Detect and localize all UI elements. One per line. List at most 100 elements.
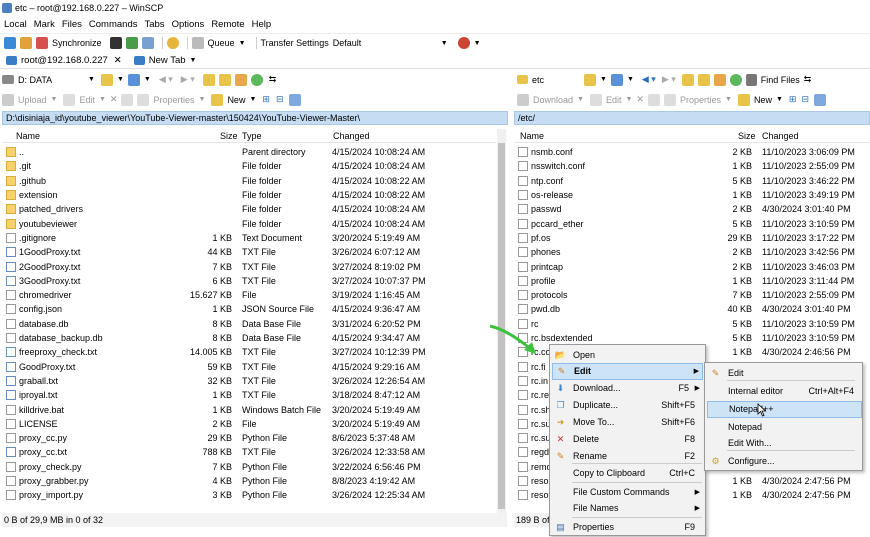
chevron-down-icon[interactable]: ▼ [51, 96, 58, 103]
table-row[interactable]: .git File folder 4/15/2024 10:08:24 AM [4, 159, 496, 173]
chevron-down-icon[interactable]: ▼ [627, 76, 634, 83]
menu-tabs[interactable]: Tabs [144, 19, 164, 30]
right-path-bar[interactable]: /etc/ [514, 111, 870, 125]
menu-files[interactable]: Files [62, 19, 82, 30]
parent-dir-icon[interactable] [202, 73, 215, 86]
table-row[interactable]: rc 5 KB 11/10/2023 3:10:59 PM [516, 317, 868, 331]
submenu-item-internal-editor[interactable]: Internal editor Ctrl+Alt+F4 [707, 383, 862, 400]
left-drive-select[interactable]: D: DATA [18, 75, 88, 85]
download-button[interactable]: Download [533, 95, 573, 105]
table-row[interactable]: nsmb.conf 2 KB 11/10/2023 3:06:09 PM [516, 145, 868, 159]
chevron-down-icon[interactable]: ▼ [474, 40, 481, 47]
root-dir-icon[interactable] [697, 73, 710, 86]
select-none-icon[interactable]: ⊟ [276, 94, 284, 105]
menu-item-open[interactable]: 📂 Open [552, 347, 703, 364]
table-row[interactable]: printcap 2 KB 11/10/2023 3:46:03 PM [516, 259, 868, 273]
table-row[interactable]: proxy_import.py 3 KB Python File 3/26/2024 … [4, 488, 496, 502]
table-row[interactable]: chromedriver 15.627 KB File 3/19/2024 1:16:… [4, 288, 496, 302]
transfer-dropdown-icon[interactable]: ▼ [441, 40, 448, 47]
select-all-icon[interactable]: ⊞ [262, 94, 270, 105]
table-row[interactable]: database_backup.db 8 KB Data Base File 4/15… [4, 331, 496, 345]
table-row[interactable]: phones 2 KB 11/10/2023 3:42:56 PM [516, 245, 868, 259]
chevron-down-icon[interactable]: ▼ [144, 76, 151, 83]
chevron-down-icon[interactable]: ▼ [776, 96, 783, 103]
refresh-icon[interactable] [729, 73, 742, 86]
table-row[interactable]: pf.os 29 KB 11/10/2023 3:17:22 PM [516, 231, 868, 245]
edit-button[interactable]: Edit [79, 95, 95, 105]
parent-dir-icon[interactable] [681, 73, 694, 86]
home-icon[interactable] [234, 73, 247, 86]
table-row[interactable]: .gitignore 1 KB Text Document 3/20/2024 5:1… [4, 231, 496, 245]
column-name[interactable]: Name [16, 131, 40, 141]
column-type[interactable]: Type [242, 131, 262, 141]
select-filter-icon[interactable] [289, 93, 302, 106]
table-row[interactable]: .. Parent directory 4/15/2024 10:08:24 AM [4, 145, 496, 159]
synchronize-button[interactable]: Synchronize [52, 38, 102, 48]
table-row[interactable]: proxy_cc.txt 788 KB TXT File 3/26/2024 12:3… [4, 445, 496, 459]
session-options-icon[interactable] [141, 37, 154, 49]
column-name[interactable]: Name [520, 131, 544, 141]
table-row[interactable]: graball.txt 32 KB TXT File 3/26/2024 12:26:… [4, 374, 496, 388]
menu-help[interactable]: Help [252, 19, 272, 30]
table-row[interactable]: patched_drivers File folder 4/15/2024 10:0… [4, 202, 496, 216]
explore-icon[interactable] [20, 37, 32, 49]
folder-open-icon[interactable] [584, 73, 596, 86]
menu-mark[interactable]: Mark [34, 19, 55, 30]
left-path-bar[interactable]: D:\disiniaja_id\youtube_viewer\YouTube-V… [2, 111, 508, 125]
column-changed[interactable]: Changed [762, 131, 799, 141]
back-icon[interactable]: ◀ ▾ [642, 74, 656, 85]
column-size[interactable]: Size [738, 131, 756, 141]
submenu-item-notepad[interactable]: Notepad [707, 419, 862, 436]
menu-local[interactable]: Local [4, 19, 27, 30]
table-row[interactable]: ntp.conf 5 KB 11/10/2023 3:46:22 PM [516, 174, 868, 188]
table-row[interactable]: 3GoodProxy.txt 6 KB TXT File 3/27/2024 10:0… [4, 274, 496, 288]
table-row[interactable]: 1GoodProxy.txt 44 KB TXT File 3/26/2024 6:0… [4, 245, 496, 259]
table-row[interactable]: freeproxy_check.txt 14.005 KB TXT File 3/27… [4, 345, 496, 359]
tab-session[interactable]: root@192.168.0.227 ✕ [0, 54, 128, 66]
upload-button[interactable]: Upload [18, 95, 47, 105]
table-row[interactable]: youtubeviewer File folder 4/15/2024 10:08:… [4, 217, 496, 231]
forward-icon[interactable]: ▶ ▾ [181, 74, 195, 85]
chevron-down-icon[interactable]: ▼ [725, 96, 732, 103]
folder-open-icon[interactable] [100, 73, 113, 86]
table-row[interactable]: GoodProxy.txt 59 KB TXT File 4/15/2024 9:29… [4, 360, 496, 374]
refresh-icon[interactable] [250, 73, 263, 86]
sync-browse-icon[interactable] [36, 37, 48, 49]
add-icon[interactable] [4, 37, 16, 49]
back-icon[interactable]: ◀ ▾ [159, 74, 173, 85]
right-folder-select[interactable]: etc [532, 75, 584, 85]
table-row[interactable]: 2GoodProxy.txt 7 KB TXT File 3/27/2024 8:19… [4, 259, 496, 273]
chevron-down-icon[interactable]: ▼ [88, 76, 95, 83]
new-button[interactable]: New [227, 95, 245, 105]
transfer-settings-select[interactable]: Default [333, 38, 441, 48]
menu-item-file-names[interactable]: File Names ▶ [552, 500, 703, 517]
menu-item-move-to[interactable]: ➜ Move To... Shift+F6 [552, 414, 703, 431]
table-row[interactable]: profile 1 KB 11/10/2023 3:11:44 PM [516, 274, 868, 288]
menu-item-copy-to-clipboard[interactable]: Copy to Clipboard Ctrl+C [552, 465, 703, 482]
table-row[interactable]: proxy_check.py 7 KB Python File 3/22/2024 6… [4, 460, 496, 474]
submenu-item-configure[interactable]: ⚙ Configure... [707, 453, 862, 470]
menu-item-properties[interactable]: ▤ Properties F9 [552, 519, 703, 536]
select-filter-icon[interactable] [813, 93, 826, 106]
table-row[interactable]: proxy_cc.py 29 KB Python File 8/6/2023 5:37… [4, 431, 496, 445]
properties-button[interactable]: Properties [153, 95, 194, 105]
menu-options[interactable]: Options [172, 19, 205, 30]
properties-button[interactable]: Properties [680, 95, 721, 105]
chevron-down-icon[interactable]: ▼ [99, 96, 106, 103]
table-row[interactable]: iproyal.txt 1 KB TXT File 3/18/2024 8:47:12… [4, 388, 496, 402]
putty-icon[interactable] [125, 37, 138, 49]
table-row[interactable]: LICENSE 2 KB File 3/20/2024 5:19:49 AM [4, 417, 496, 431]
menu-remote[interactable]: Remote [211, 19, 244, 30]
transfer-options-icon[interactable] [457, 37, 470, 49]
table-row[interactable]: pccard_ether 5 KB 11/10/2023 3:10:59 PM [516, 217, 868, 231]
delete-icon[interactable]: ✕ [110, 94, 118, 105]
menu-item-duplicate[interactable]: ❐ Duplicate... Shift+F5 [552, 397, 703, 414]
menu-commands[interactable]: Commands [89, 19, 138, 30]
table-row[interactable]: protocols 7 KB 11/10/2023 2:55:09 PM [516, 288, 868, 302]
chevron-down-icon[interactable]: ▼ [117, 76, 124, 83]
select-none-icon[interactable]: ⊟ [801, 94, 809, 105]
table-row[interactable]: passwd 2 KB 4/30/2024 3:01:40 PM [516, 202, 868, 216]
find-files-button[interactable]: Find Files [761, 75, 800, 85]
chevron-down-icon[interactable]: ▼ [625, 96, 632, 103]
submenu-item-notepad[interactable]: Notepad++ [707, 401, 862, 418]
